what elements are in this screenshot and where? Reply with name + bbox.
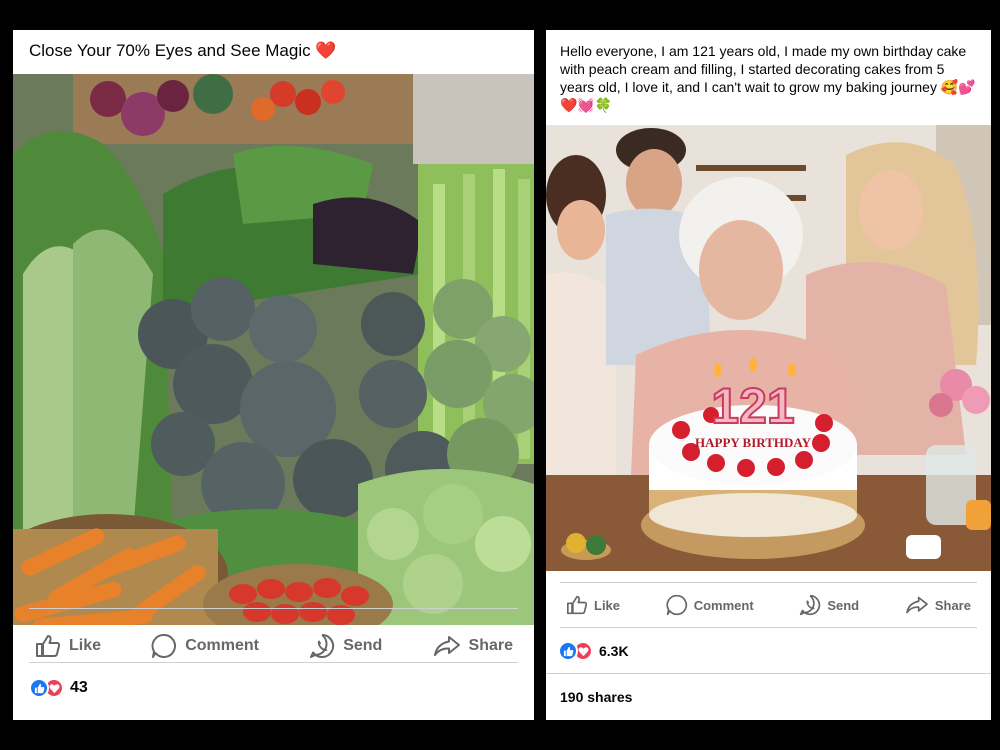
send-button[interactable]: Send bbox=[799, 594, 859, 616]
share-button[interactable]: Share bbox=[433, 634, 513, 658]
thumbs-up-icon bbox=[566, 595, 588, 615]
post-caption: Close Your 70% Eyes and See Magic ❤️ bbox=[29, 41, 337, 60]
post-photo-vegetables[interactable] bbox=[13, 74, 534, 625]
share-arrow-icon bbox=[433, 634, 461, 658]
divider bbox=[560, 627, 977, 628]
like-reaction-icon bbox=[558, 641, 578, 661]
post-actions-bar: Like Comment Send Share bbox=[566, 586, 971, 624]
post-caption: Hello everyone, I am 121 years old, I ma… bbox=[560, 43, 976, 113]
whatsapp-icon bbox=[309, 633, 335, 659]
send-label: Send bbox=[827, 597, 860, 613]
like-label: Like bbox=[594, 597, 621, 613]
like-button[interactable]: Like bbox=[566, 595, 620, 615]
comment-label: Comment bbox=[693, 597, 754, 613]
post-photo-birthday[interactable]: HAPPY BIRTHDAY 121 bbox=[546, 125, 991, 571]
whatsapp-icon bbox=[799, 594, 821, 616]
reaction-count: 6.3K bbox=[599, 643, 629, 659]
divider bbox=[29, 662, 518, 663]
reaction-icons bbox=[29, 678, 64, 698]
post-actions-bar: Like Comment Send Share bbox=[35, 620, 513, 672]
comment-button[interactable]: Comment bbox=[666, 594, 754, 616]
share-arrow-icon bbox=[905, 595, 929, 615]
reaction-icons bbox=[558, 641, 593, 661]
comment-bubble-icon bbox=[666, 594, 688, 616]
like-button[interactable]: Like bbox=[35, 634, 101, 658]
like-reaction-icon bbox=[29, 678, 49, 698]
candle-numbers: 121 bbox=[711, 378, 794, 434]
share-button[interactable]: Share bbox=[905, 595, 971, 615]
share-label: Share bbox=[934, 597, 971, 613]
post-card-left: Close Your 70% Eyes and See Magic ❤️ Lik… bbox=[13, 30, 534, 720]
shares-count[interactable]: 190 shares bbox=[560, 689, 632, 705]
send-button[interactable]: Send bbox=[309, 633, 382, 659]
divider bbox=[546, 673, 991, 674]
reactions-summary[interactable]: 43 bbox=[29, 678, 88, 698]
thumbs-up-icon bbox=[35, 634, 61, 658]
like-label: Like bbox=[69, 637, 102, 654]
cake-plaque-text: HAPPY BIRTHDAY bbox=[695, 435, 812, 450]
divider bbox=[29, 608, 518, 609]
reaction-count: 43 bbox=[70, 679, 88, 696]
reactions-summary[interactable]: 6.3K bbox=[558, 641, 629, 661]
comment-label: Comment bbox=[185, 637, 259, 654]
divider bbox=[560, 582, 977, 583]
comment-bubble-icon bbox=[151, 633, 177, 659]
post-card-right: Hello everyone, I am 121 years old, I ma… bbox=[546, 30, 991, 720]
send-label: Send bbox=[343, 637, 383, 654]
comment-button[interactable]: Comment bbox=[151, 633, 259, 659]
share-label: Share bbox=[468, 637, 513, 654]
